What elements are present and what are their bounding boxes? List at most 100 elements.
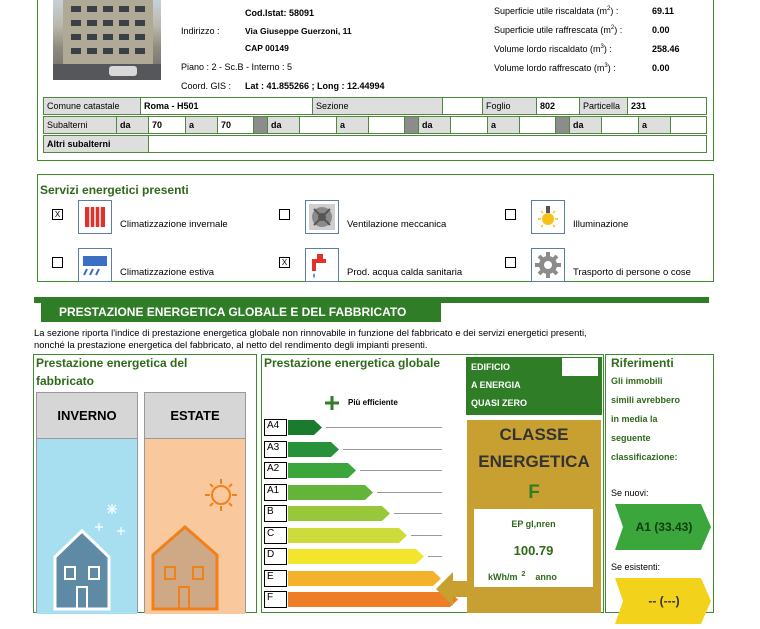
surface-value: 0.00 — [652, 63, 670, 73]
indirizzo-label: Indirizzo : — [181, 26, 220, 36]
rif-line-2: simili avrebbero — [611, 395, 681, 405]
class-row: A4 — [264, 419, 464, 436]
sub-to: 70 — [217, 116, 254, 134]
esistenti-value: -- (---) — [648, 594, 680, 608]
class-row: A2 — [264, 462, 464, 479]
sub-empty-3 — [450, 116, 488, 134]
surface-value: 258.46 — [652, 44, 680, 54]
section-banner-title: PRESTAZIONE ENERGETICA GLOBALE E DEL FAB… — [41, 302, 441, 322]
ep-unit: kWh/m 2 anno — [488, 571, 557, 582]
class-arrow — [288, 420, 322, 435]
foglio-value: 802 — [536, 97, 580, 115]
class-arrow — [288, 527, 407, 543]
nzeb-checkbox — [562, 358, 598, 376]
sub-a: a — [185, 116, 218, 134]
altri-value — [148, 135, 707, 153]
sub-a-2: a — [336, 116, 369, 134]
service-checkbox[interactable] — [505, 209, 516, 220]
ep-box: EP gl,nren 100.79 kWh/m 2 anno — [474, 509, 593, 587]
inverno-card: INVERNO — [36, 392, 138, 614]
class-arrow — [288, 484, 373, 500]
sub-empty-6 — [670, 116, 707, 134]
estate-card: ESTATE — [144, 392, 246, 614]
fan-icon — [305, 200, 339, 234]
comune-value: Roma - H501 — [140, 97, 313, 115]
class-row: E — [264, 569, 464, 587]
class-label: A4 — [264, 419, 287, 436]
estate-label: ESTATE — [145, 393, 245, 439]
globale-title: Prestazione energetica globale — [264, 356, 441, 370]
class-guide-line — [394, 513, 442, 514]
class-guide-line — [360, 470, 442, 471]
service-checkbox[interactable] — [279, 209, 290, 220]
description-line-2: nonché la prestazione energetica del fab… — [34, 339, 428, 350]
class-label: A1 — [264, 483, 287, 501]
classe-value: F — [528, 482, 540, 503]
sub-sep — [253, 116, 268, 134]
winter-house-icon — [53, 504, 125, 611]
piano-value: Piano : 2 - Sc.B - Interno : 5 — [181, 62, 293, 72]
surface-label: Superficie utile riscaldata (m2) : — [494, 6, 619, 16]
particella-value: 231 — [627, 97, 707, 115]
indirizzo-value: Via Giuseppe Guerzoni, 11 — [245, 26, 352, 36]
ep-label: EP gl,nren — [511, 519, 556, 529]
sub-a-4: a — [638, 116, 671, 134]
estate-body — [145, 439, 245, 614]
class-guide-line — [326, 427, 442, 428]
nzeb-line-2: A ENERGIA — [471, 380, 521, 390]
classe-label-2: ENERGETICA — [478, 452, 590, 471]
cadastral-table: Comune catastale Roma - H501 Sezione Fog… — [43, 97, 707, 115]
ep-value: 100.79 — [513, 543, 554, 558]
service-label: Climatizzazione estiva — [120, 267, 214, 278]
riferimenti-panel — [605, 354, 714, 613]
rif-line-3: in media la — [611, 414, 658, 424]
sub-da-4: da — [569, 116, 602, 134]
class-arrow — [288, 592, 458, 607]
class-label: A3 — [264, 440, 287, 458]
sub-da-2: da — [267, 116, 300, 134]
service-label: Trasporto di persone o cose — [573, 267, 691, 278]
building-photo — [53, 0, 161, 80]
air-conditioner-icon — [78, 248, 112, 282]
comune-label: Comune catastale — [43, 97, 141, 115]
class-row: F — [264, 591, 464, 608]
service-label: Prod. acqua calda sanitaria — [347, 267, 463, 278]
cod-istat: Cod.Istat: 58091 — [245, 8, 315, 18]
nuovi-value: A1 (33.43) — [635, 520, 693, 534]
class-guide-line — [411, 534, 442, 536]
nuovi-arrow: A1 (33.43) — [615, 504, 711, 550]
class-guide-line — [343, 448, 442, 450]
description-line-1: La sezione riporta l'indice di prestazio… — [34, 327, 587, 338]
class-arrow — [288, 570, 441, 586]
surface-value: 69.11 — [652, 6, 675, 16]
piu-efficiente-label: Più efficiente — [348, 398, 398, 407]
class-arrow — [288, 463, 356, 478]
service-checkbox[interactable]: X — [279, 257, 290, 268]
gear-icon — [531, 248, 565, 282]
service-label: Climatizzazione invernale — [120, 219, 228, 230]
class-row: B — [264, 505, 464, 522]
class-guide-line — [377, 491, 442, 493]
sub-da-3: da — [418, 116, 451, 134]
surface-label: Volume lordo riscaldato (m3) : — [494, 44, 612, 54]
surface-label: Superficie utile raffrescata (m2) : — [494, 25, 623, 35]
class-arrow — [288, 441, 339, 457]
rif-line-1: Gli immobili — [611, 376, 663, 386]
sub-a-3: a — [487, 116, 520, 134]
inverno-label: INVERNO — [37, 393, 137, 439]
class-label: D — [264, 548, 287, 565]
service-checkbox[interactable] — [505, 257, 516, 268]
service-checkbox[interactable] — [52, 257, 63, 268]
class-row: C — [264, 526, 464, 544]
classe-box: CLASSE ENERGETICA F EP gl,nren 100.79 kW… — [467, 420, 601, 613]
nzeb-line-3: QUASI ZERO — [471, 398, 528, 408]
classe-label-1: CLASSE — [499, 425, 569, 444]
coord-value: Lat : 41.855266 ; Long : 12.44994 — [245, 81, 385, 91]
summer-house-icon — [151, 479, 237, 611]
service-checkbox[interactable]: X — [52, 209, 63, 220]
se-nuovi-label: Se nuovi: — [611, 488, 649, 498]
class-label: F — [264, 591, 287, 608]
service-label: Illuminazione — [573, 219, 629, 230]
water-tap-icon — [305, 248, 339, 282]
fabbricato-title-2: fabbricato — [36, 374, 95, 388]
